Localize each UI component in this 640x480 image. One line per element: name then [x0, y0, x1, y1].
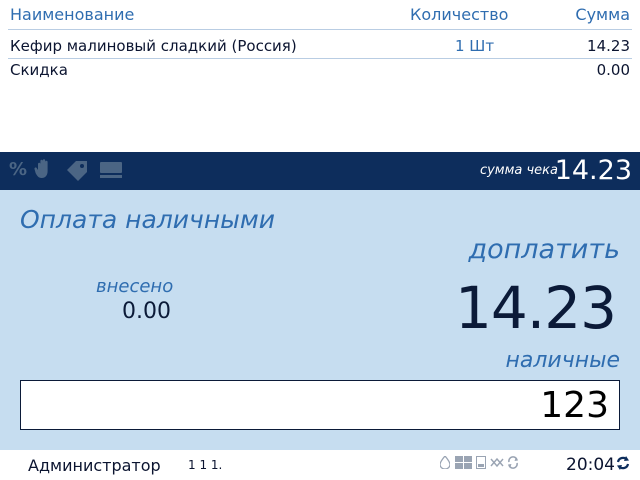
- clock: 20:04: [566, 455, 615, 475]
- item-quantity: 1 Шт: [455, 37, 495, 55]
- item-sum: 14.23: [587, 37, 630, 55]
- column-header-sum: Сумма: [575, 5, 630, 24]
- drop-icon: [439, 454, 451, 473]
- payment-title: Оплата наличными: [20, 205, 276, 234]
- receipt-total-label: сумма чека: [479, 163, 558, 178]
- refresh-icon[interactable]: [616, 455, 630, 475]
- device-icon: [476, 456, 486, 473]
- hand-icon[interactable]: [34, 158, 54, 185]
- status-bar: Администратор 1 1 1. 20:04: [0, 450, 640, 480]
- cash-amount-input[interactable]: [21, 381, 619, 429]
- cash-payment-panel: Оплата наличными доплатить 14.23 внесено…: [0, 190, 640, 450]
- cards-icon: [455, 456, 473, 473]
- cash-input-label: наличные: [505, 348, 620, 373]
- sync-icon: [507, 456, 519, 473]
- column-header-name: Наименование: [10, 5, 135, 24]
- amount-paid-value: 0.00: [122, 299, 171, 324]
- version-label: 1 1 1.: [188, 458, 223, 472]
- amount-due-value: 14.23: [454, 274, 617, 342]
- item-sum: 0.00: [596, 61, 630, 79]
- receipt-table-header: Наименование Количество Сумма: [0, 0, 640, 30]
- user-name[interactable]: Администратор: [28, 456, 161, 475]
- item-name: Кефир малиновый сладкий (Россия): [10, 37, 297, 55]
- cash-input-box[interactable]: [20, 380, 620, 430]
- percent-icon[interactable]: %: [9, 160, 27, 180]
- keyboard-icon[interactable]: [100, 162, 122, 183]
- network-icon: [490, 456, 504, 473]
- amount-paid-label: внесено: [96, 276, 174, 297]
- header-divider: [8, 29, 632, 30]
- table-row[interactable]: Кефир малиновый сладкий (Россия) 1 Шт 14…: [0, 35, 640, 59]
- column-header-quantity: Количество: [410, 5, 509, 24]
- receipt-total-value: 14.23: [554, 155, 632, 186]
- receipt-total-bar: % сумма чека 14.23: [0, 152, 640, 190]
- amount-due-label: доплатить: [468, 234, 620, 265]
- item-name: Скидка: [10, 61, 68, 79]
- tag-icon[interactable]: [65, 159, 89, 186]
- table-row[interactable]: Скидка 0.00: [0, 59, 640, 83]
